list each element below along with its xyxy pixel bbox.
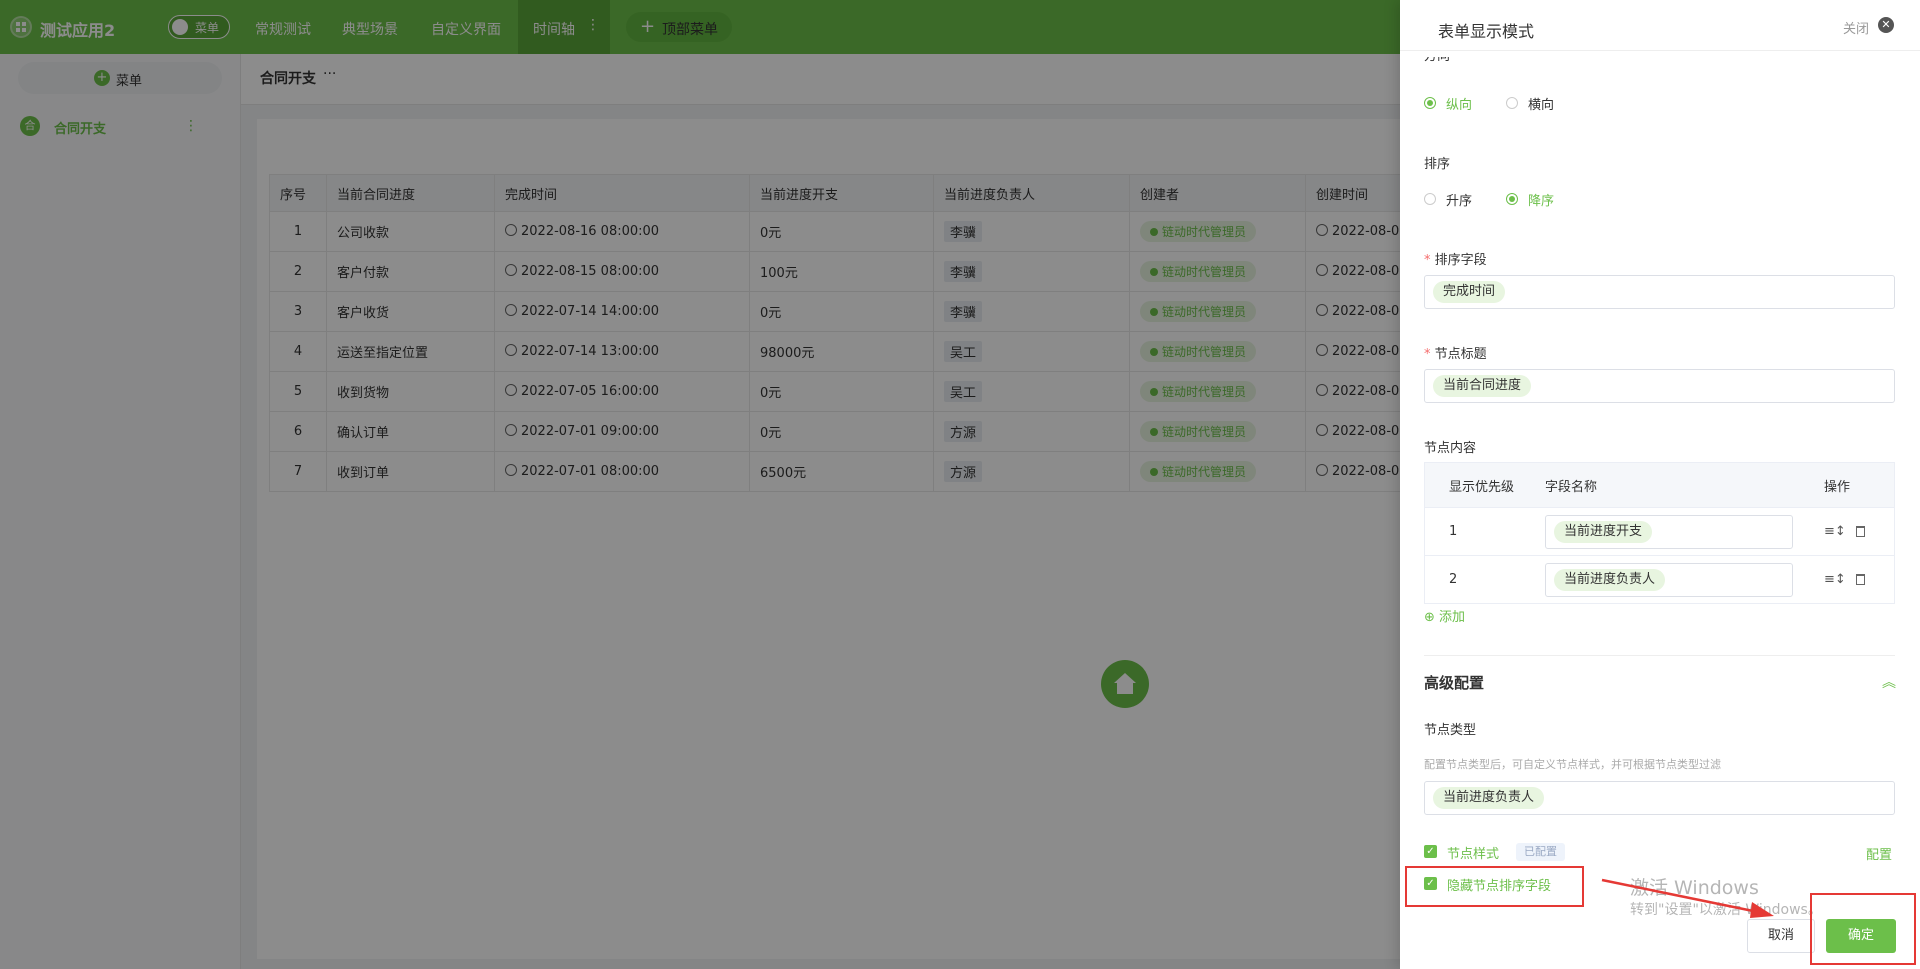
drag-sort-icon[interactable]: ≡↕ — [1824, 572, 1846, 587]
node-style-checkbox[interactable]: ✓ — [1424, 845, 1437, 858]
radio-ascending[interactable] — [1424, 193, 1436, 205]
node-content-table: 显示优先级 字段名称 操作 1 当前进度开支 ≡↕ 2 当前进度负责人 ≡↕ — [1424, 462, 1895, 604]
field-name-select[interactable]: 当前进度开支 — [1545, 514, 1793, 549]
node-type-label: 节点类型 — [1424, 723, 1477, 738]
node-type-chip: 当前进度负责人 — [1433, 787, 1545, 809]
config-link[interactable]: 配置 — [1866, 844, 1892, 863]
trash-icon[interactable] — [1855, 526, 1865, 537]
table-row: 2 当前进度负责人 ≡↕ — [1424, 555, 1895, 604]
sort-field-chip: 完成时间 — [1433, 281, 1506, 303]
radio-vertical-label[interactable]: 纵向 — [1446, 94, 1472, 113]
node-style-label[interactable]: 节点样式 — [1447, 843, 1499, 862]
display-mode-drawer: 表单显示模式 关闭 ✕ 方向 纵向 横向 排序 升序 降序 排序字段 完成时间 … — [1400, 0, 1920, 969]
field-cell: 当前进度开支 — [1544, 507, 1820, 556]
sort-field-label: 排序字段 — [1424, 249, 1487, 268]
annotation-arrow — [1601, 878, 1774, 918]
drag-sort-icon[interactable]: ≡↕ — [1824, 524, 1846, 539]
table-row: 1 当前进度开支 ≡↕ — [1424, 507, 1895, 556]
node-content-label: 节点内容 — [1424, 441, 1477, 456]
col-header: 显示优先级 — [1424, 462, 1544, 508]
col-header: 字段名称 — [1544, 462, 1820, 508]
ops-cell: ≡↕ — [1820, 507, 1895, 556]
close-icon[interactable]: ✕ — [1878, 17, 1894, 33]
field-chip: 当前进度开支 — [1554, 520, 1653, 543]
sort-label: 排序 — [1424, 157, 1451, 172]
node-title-label: 节点标题 — [1424, 343, 1487, 362]
field-chip: 当前进度负责人 — [1554, 568, 1666, 591]
node-title-select[interactable]: 当前合同进度 — [1424, 369, 1895, 403]
radio-ascending-label[interactable]: 升序 — [1446, 190, 1472, 209]
node-title-chip: 当前合同进度 — [1433, 375, 1532, 397]
advanced-config-title: 高级配置 — [1424, 674, 1485, 692]
priority-cell: 2 — [1424, 555, 1544, 604]
direction-label: 方向 — [1424, 57, 1450, 66]
sort-field-select[interactable]: 完成时间 — [1424, 275, 1895, 309]
close-button[interactable]: 关闭 — [1843, 18, 1869, 37]
drawer-title: 表单显示模式 — [1438, 22, 1535, 41]
cancel-button[interactable]: 取消 — [1747, 919, 1815, 953]
divider — [1424, 655, 1895, 656]
node-type-hint: 配置节点类型后，可自定义节点样式，并可根据节点类型过滤 — [1424, 758, 1721, 771]
add-row-button[interactable]: ⊕ 添加 — [1424, 606, 1465, 625]
col-header: 操作 — [1820, 462, 1895, 508]
highlight-box — [1405, 866, 1584, 907]
configured-badge: 已配置 — [1516, 843, 1565, 861]
radio-descending-label[interactable]: 降序 — [1528, 190, 1554, 209]
field-name-select[interactable]: 当前进度负责人 — [1545, 562, 1793, 597]
priority-cell: 1 — [1424, 507, 1544, 556]
radio-horizontal-label[interactable]: 横向 — [1528, 94, 1554, 113]
trash-icon[interactable] — [1855, 574, 1865, 585]
highlight-box — [1810, 893, 1916, 965]
ops-cell: ≡↕ — [1820, 555, 1895, 604]
chevron-up-icon[interactable]: ︽ — [1882, 672, 1896, 692]
radio-vertical[interactable] — [1424, 97, 1436, 109]
field-cell: 当前进度负责人 — [1544, 555, 1820, 604]
node-type-select[interactable]: 当前进度负责人 — [1424, 781, 1895, 815]
radio-descending[interactable] — [1506, 193, 1518, 205]
radio-horizontal[interactable] — [1506, 97, 1518, 109]
divider — [1400, 50, 1920, 51]
add-label: 添加 — [1439, 610, 1466, 625]
